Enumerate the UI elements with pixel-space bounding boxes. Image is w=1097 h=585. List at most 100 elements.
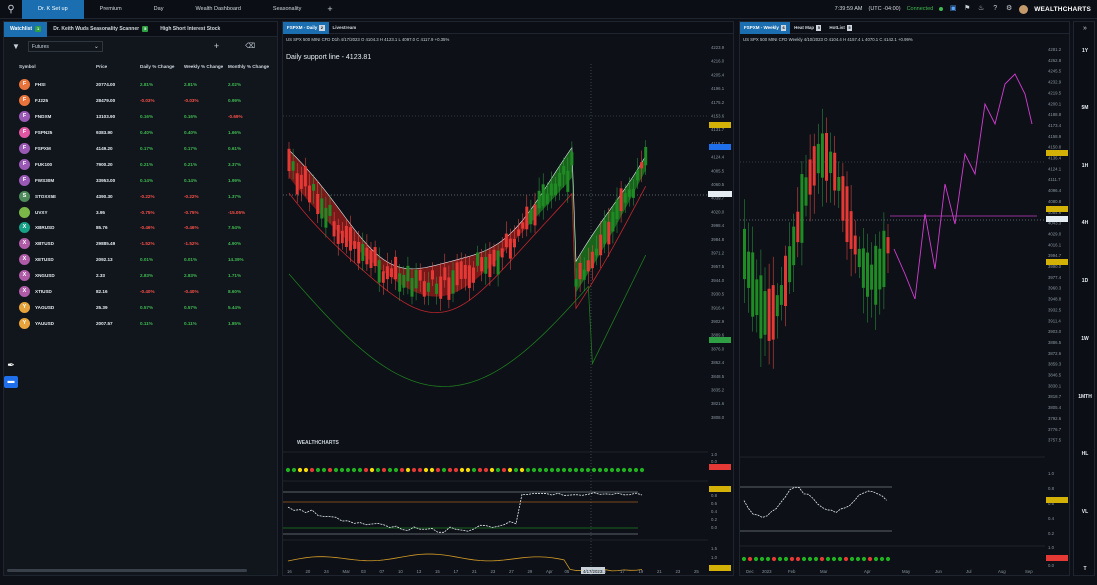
watchlist-select[interactable]: Futures ⌄ [27,40,103,52]
timeframe-1y[interactable]: 1Y [1074,48,1096,54]
table-row[interactable]: F FWS30M 33953.00 0.14% 0.14% 1.99% [4,172,277,188]
timeframe-1h[interactable]: 1H [1074,163,1096,169]
add-symbol-button[interactable]: + [214,41,219,51]
eraser-icon[interactable]: ⌫ [245,42,255,50]
tab-dr-k-setup[interactable]: Dr. K Set up [22,0,84,19]
flask-icon[interactable]: ⚑ [963,5,971,13]
table-row[interactable]: X XBRUSD 85.76 -0.46% -0.46% 7.54% [4,220,277,236]
table-row[interactable]: X XETUSD 2092.13 0.01% 0.01% 14.39% [4,252,277,268]
date-tick-label: 27 [509,569,514,574]
col-header-monthly[interactable]: Monthly % Change [228,64,272,69]
tab-seasonality[interactable]: Seasonality [257,0,317,19]
pen-tool-icon[interactable]: ✒ [5,360,17,372]
candle-body [431,270,434,280]
ind2-tick-label: 0.0 [711,525,718,530]
table-row[interactable]: F FJ225 28479.00 -0.03% -0.03% 0.99% [4,93,277,109]
ohlc-info: US SPX 500 MINI CFD D1h 4/17/2023 O 4104… [286,37,449,42]
table-row[interactable]: Y YAUUSD 2007.57 0.11% 0.11% 1.85% [4,315,277,331]
table-row[interactable]: UVXY 3.95 -0.75% -0.75% -15.05% [4,204,277,220]
timeframe-vl[interactable]: VL [1074,509,1096,515]
daily-change-cell: 2.83% [140,273,154,279]
candle-body [455,262,459,286]
table-row[interactable]: X XBTUSD 29885.49 -1.52% -1.52% 4.90% [4,236,277,252]
watchlist-rows: F FHSI 20774.00 2.81% 2.81% 2.02% F FJ225 28479.… [4,77,277,331]
price-cell: 85.76 [96,225,108,231]
timeframe-1mth[interactable]: 1MTH [1074,394,1096,400]
chart-b-canvas[interactable]: US SPX 500 MINI CFD Weekly 4/10/2023 O 4… [740,34,1069,575]
weekly-change-cell: -0.40% [184,289,199,295]
price-tick-label: 4020.0 [711,209,725,214]
symbol-icon [19,206,30,218]
price-tick-label: 3805.4 [1048,405,1062,410]
col-header-daily[interactable]: Daily % Change [140,64,184,69]
candle-body [320,198,324,219]
symbol-icon: F [19,95,30,107]
collapse-icon[interactable]: » [1074,25,1096,32]
table-row[interactable]: X XNGUSD 2.33 2.83% 2.83% 1.71% [4,268,277,284]
tab-fspxm-daily[interactable]: FSPXM - Daily 2 [283,21,329,34]
col-header-price[interactable]: Price [96,64,140,69]
candle-body [521,222,525,229]
tab-hotlist[interactable]: HotList 5 [825,22,856,34]
timezone-select[interactable]: (UTC -04:00) [868,6,900,12]
tab-watchlist[interactable]: Watchlist 1 [4,21,48,37]
table-row[interactable]: F FSPXM 4149.20 0.17% 0.17% 0.61% [4,141,277,157]
tab-day[interactable]: Day [138,0,180,19]
timeframe-hl[interactable]: HL [1074,451,1096,457]
toolbox-icon[interactable]: ▬ [4,376,18,388]
col-header-weekly[interactable]: Weekly % Change [184,64,228,69]
price-tick-label: 3984.8 [711,237,725,242]
table-row[interactable]: F FUK100 7900.20 0.21% 0.21% 3.37% [4,156,277,172]
date-tick-label: 05 [565,569,570,574]
timeframe-5m[interactable]: 5M [1074,105,1096,111]
timeframe-1d[interactable]: 1D [1074,278,1096,284]
weekly-change-cell: 0.01% [184,257,198,263]
price-tick-label: 4175.2 [711,100,725,105]
monthly-change-cell: 1.71% [228,273,242,279]
tab-livestream[interactable]: Livestream [329,22,361,34]
tab-wealth-dashboard[interactable]: Wealth Dashboard [179,0,256,19]
tab-seasonality-scanner[interactable]: Dr. Keith Wuds Seasonality Scanner 5 [47,22,154,37]
candle-body [779,285,783,305]
table-row[interactable]: S STOXX5E 4390.30 -0.22% -0.22% 1.37% [4,188,277,204]
monthly-change-cell: 8.60% [228,289,242,295]
save-icon[interactable]: ▣ [949,5,957,13]
candle-body [767,288,771,341]
candle-body [640,162,644,169]
gear-icon[interactable]: ⚙ [1005,5,1013,13]
timeframe-1w[interactable]: 1W [1074,336,1096,342]
price-tick-label: 4173.4 [1048,123,1062,128]
chart-a-canvas[interactable]: US SPX 500 MINI CFD D1h 4/17/2023 O 4104… [283,34,733,575]
table-row[interactable]: Y YAGUSD 25.39 0.57% 0.57% 5.44% [4,299,277,315]
avatar[interactable] [1019,4,1029,14]
symbol-name: XETUSD [35,257,54,263]
bell-icon[interactable]: ♨ [977,5,985,13]
add-tab-button[interactable]: + [317,4,342,14]
filter-icon[interactable]: ▼ [12,42,20,51]
symbol-icon: X [19,222,30,234]
candle-body [340,230,344,244]
price-tick-label: 4232.9 [1048,80,1062,85]
date-tick-label: Jun [935,569,943,574]
symbol-icon: F [19,111,30,123]
search-icon[interactable]: ⚲ [0,4,22,15]
monthly-change-cell: 7.54% [228,225,242,231]
tab-high-short-interest[interactable]: High Short Interest Stock [154,22,226,37]
symbol-name: UVXY [35,209,48,215]
tab-fspxm-weekly[interactable]: FSPXM - Weekly 6 [740,21,791,34]
tab-heat-map[interactable]: Heat Map 5 [790,22,825,34]
help-icon[interactable]: ? [991,5,999,13]
col-header-symbol[interactable]: Symbol [4,64,96,69]
price-tick-label: 3932.5 [1048,307,1062,312]
table-row[interactable]: F FSPN25 9383.90 0.40% 0.40% 1.66% [4,125,277,141]
tab-premium[interactable]: Premium [84,0,138,19]
monthly-change-cell: 4.90% [228,241,242,247]
symbol-name: XBTUSD [35,241,54,247]
timeframe-4h[interactable]: 4H [1074,220,1096,226]
table-row[interactable]: F FNDXM 13103.90 0.16% 0.16% -0.69% [4,109,277,125]
horizontal-scrollbar[interactable] [7,569,247,572]
table-row[interactable]: F FHSI 20774.00 2.81% 2.81% 2.02% [4,77,277,93]
timeframe-t[interactable]: T [1074,566,1096,572]
chart-b-tabs: FSPXM - Weekly 6 Heat Map 5 HotList 5 [740,21,1069,34]
table-row[interactable]: X XTIUSD 82.16 -0.40% -0.40% 8.60% [4,284,277,300]
